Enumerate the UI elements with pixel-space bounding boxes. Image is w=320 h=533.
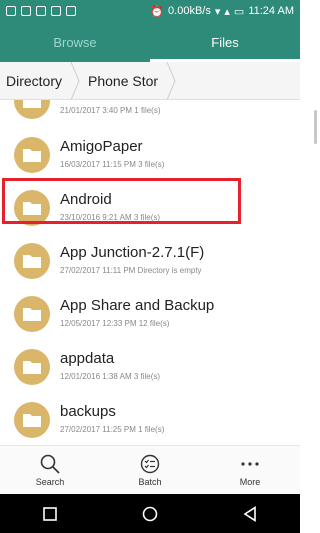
file-name: backups bbox=[60, 403, 116, 420]
list-item[interactable]: 21/01/2017 3:40 PM 1 file(s) bbox=[0, 100, 300, 130]
list-item[interactable]: App Share and Backup 12/05/2017 12:33 PM… bbox=[0, 289, 300, 343]
square-icon bbox=[43, 506, 57, 521]
tab-browse[interactable]: Browse bbox=[0, 22, 150, 62]
home-button[interactable] bbox=[130, 499, 170, 529]
system-nav-bar bbox=[0, 494, 300, 533]
file-meta: 27/02/2017 11:11 PM Directory is empty bbox=[60, 266, 202, 275]
tab-bar: Browse Files bbox=[0, 22, 300, 62]
gallery-icon bbox=[36, 6, 46, 16]
file-meta: 21/01/2017 3:40 PM 1 file(s) bbox=[60, 106, 161, 115]
email-icon bbox=[66, 6, 76, 16]
circle-icon bbox=[142, 506, 158, 521]
triangle-back-icon bbox=[243, 505, 256, 522]
folder-icon bbox=[14, 100, 50, 119]
image-icon bbox=[21, 6, 31, 16]
file-name: App Share and Backup bbox=[60, 297, 215, 314]
more-icon bbox=[241, 462, 259, 466]
chevron-right-icon bbox=[68, 61, 82, 100]
file-meta: 16/03/2017 11:15 PM 3 file(s) bbox=[60, 160, 165, 169]
list-item[interactable]: AmigoPaper 16/03/2017 11:15 PM 3 file(s) bbox=[0, 130, 300, 184]
search-button[interactable]: Search bbox=[0, 446, 100, 494]
file-name: App Junction-2.7.1(F) bbox=[60, 244, 205, 261]
recents-button[interactable] bbox=[30, 499, 70, 529]
status-time: 11:24 AM bbox=[248, 5, 294, 17]
more-button[interactable]: More bbox=[200, 446, 300, 494]
bottom-toolbar: Search Batch More bbox=[0, 445, 300, 494]
search-label: Search bbox=[35, 477, 65, 487]
breadcrumb: Directory Phone Stor bbox=[0, 61, 300, 100]
alarm-icon: ⏰ bbox=[150, 5, 165, 18]
status-bar: ⏰ 0.00kB/s ▾ ▴ ▭ 11:24 AM bbox=[0, 0, 300, 22]
highlight-box bbox=[2, 178, 241, 224]
back-button[interactable] bbox=[230, 499, 270, 529]
status-right: ⏰ 0.00kB/s ▾ ▴ ▭ 11:24 AM bbox=[150, 5, 294, 18]
mail-icon bbox=[51, 6, 61, 16]
list-item[interactable]: App Junction-2.7.1(F) 27/02/2017 11:11 P… bbox=[0, 236, 300, 290]
breadcrumb-phone-storage[interactable]: Phone Stor bbox=[82, 62, 164, 99]
tab-files[interactable]: Files bbox=[150, 22, 300, 62]
file-meta: 27/02/2017 11:25 PM 1 file(s) bbox=[60, 425, 165, 434]
folder-icon bbox=[14, 243, 50, 279]
file-name: appdata bbox=[60, 350, 115, 367]
chevron-right-icon bbox=[164, 61, 178, 100]
list-item[interactable]: backups 27/02/2017 11:25 PM 1 file(s) bbox=[0, 395, 300, 445]
breadcrumb-directory[interactable]: Directory bbox=[0, 62, 68, 99]
file-meta: 12/05/2017 12:33 PM 12 file(s) bbox=[60, 319, 170, 328]
file-list[interactable]: 21/01/2017 3:40 PM 1 file(s) AmigoPaper … bbox=[0, 100, 300, 445]
more-label: More bbox=[239, 477, 261, 487]
file-name: AmigoPaper bbox=[60, 138, 143, 155]
batch-button[interactable]: Batch bbox=[100, 446, 200, 494]
folder-icon bbox=[14, 137, 50, 173]
notification-icon bbox=[6, 6, 16, 16]
scrollbar[interactable] bbox=[314, 110, 317, 144]
network-speed: 0.00kB/s bbox=[168, 5, 211, 17]
wifi-icon: ▾ bbox=[214, 5, 221, 18]
batch-icon bbox=[140, 454, 160, 474]
file-meta: 12/01/2016 1:38 AM 3 file(s) bbox=[60, 372, 161, 381]
status-left bbox=[6, 6, 76, 16]
battery-icon: ▭ bbox=[233, 5, 245, 18]
search-icon bbox=[40, 454, 60, 474]
folder-icon bbox=[14, 402, 50, 438]
folder-icon bbox=[14, 296, 50, 332]
signal-icon: ▴ bbox=[224, 5, 230, 18]
batch-label: Batch bbox=[138, 477, 162, 487]
list-item[interactable]: appdata 12/01/2016 1:38 AM 3 file(s) bbox=[0, 342, 300, 396]
folder-icon bbox=[14, 349, 50, 385]
